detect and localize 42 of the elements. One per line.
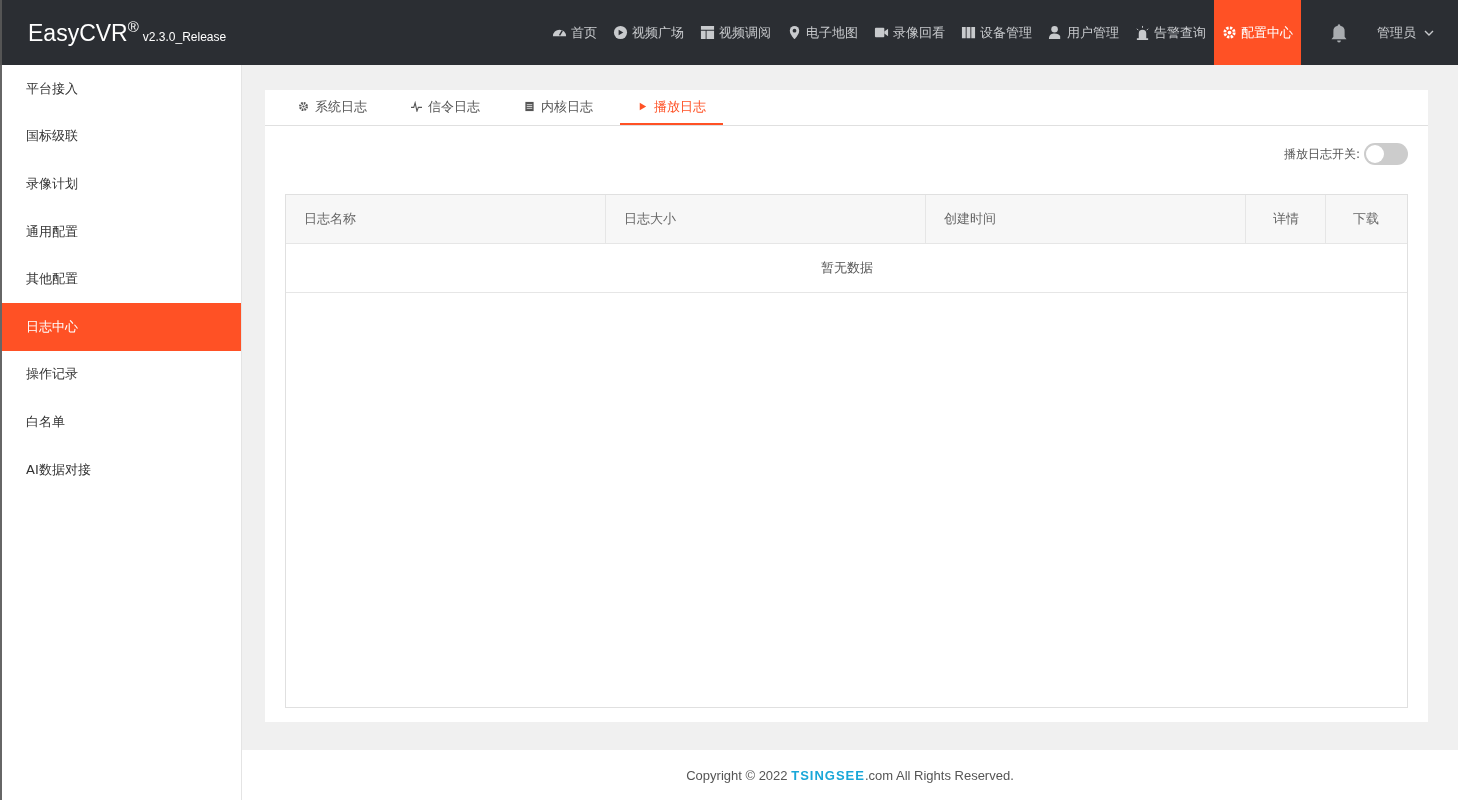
sidebar-item[interactable]: 平台接入: [2, 65, 241, 113]
notification-bell-icon[interactable]: [1329, 21, 1349, 44]
tab[interactable]: 信令日志: [394, 90, 497, 125]
sidebar-item[interactable]: 白名单: [2, 398, 241, 446]
layout-icon: [700, 25, 715, 40]
sidebar-item[interactable]: 通用配置: [2, 207, 241, 256]
play-icon: [637, 101, 648, 112]
nav-link[interactable]: 电子地图: [779, 0, 866, 65]
toggle-switch[interactable]: [1364, 143, 1408, 165]
chevron-down-icon: [1424, 29, 1434, 36]
version-label: v2.3.0_Release: [142, 29, 227, 44]
list-icon: [524, 101, 535, 112]
nav-link[interactable]: 录像回看: [866, 0, 953, 65]
copyright-text: Copyright © 2022 TSINGSEE.com All Rights Reserved.: [686, 767, 1014, 783]
nav-link[interactable]: 视频调阅: [692, 0, 779, 65]
video-camera-icon: [874, 25, 889, 40]
nav-link[interactable]: 首页: [544, 0, 605, 65]
switch-label: 播放日志开关:: [1283, 145, 1360, 163]
column-header: 日志名称: [286, 195, 606, 243]
column-header: 创建时间: [926, 195, 1246, 243]
nav-link[interactable]: 用户管理: [1040, 0, 1127, 65]
siren-icon: [1135, 25, 1150, 40]
tab[interactable]: 内核日志: [507, 90, 610, 125]
sidebar-item[interactable]: 其他配置: [2, 255, 241, 303]
pulse-icon: [411, 101, 422, 112]
app-logo: EasyCVR$^{®}$: [28, 18, 139, 47]
column-header: 下载: [1352, 210, 1380, 228]
nav-link[interactable]: 视频广场: [605, 0, 692, 65]
play-circle-icon: [613, 25, 628, 40]
map-pin-icon: [787, 25, 802, 40]
column-header: 详情: [1246, 195, 1326, 243]
sidebar-item[interactable]: 操作记录: [2, 350, 241, 399]
sidebar-item[interactable]: 国标级联: [2, 112, 241, 161]
nav-link[interactable]: 告警查询: [1127, 0, 1214, 65]
nav-link[interactable]: 设备管理: [953, 0, 1040, 65]
user-icon: [1048, 25, 1063, 40]
user-menu[interactable]: 管理员: [1377, 23, 1434, 42]
empty-message: 暂无数据: [820, 259, 873, 277]
column-header: 日志大小: [606, 195, 926, 243]
sidebar-item[interactable]: AI数据对接: [2, 445, 241, 494]
tab[interactable]: 系统日志: [281, 90, 384, 125]
sidebar-item[interactable]: 录像计划: [2, 160, 241, 208]
